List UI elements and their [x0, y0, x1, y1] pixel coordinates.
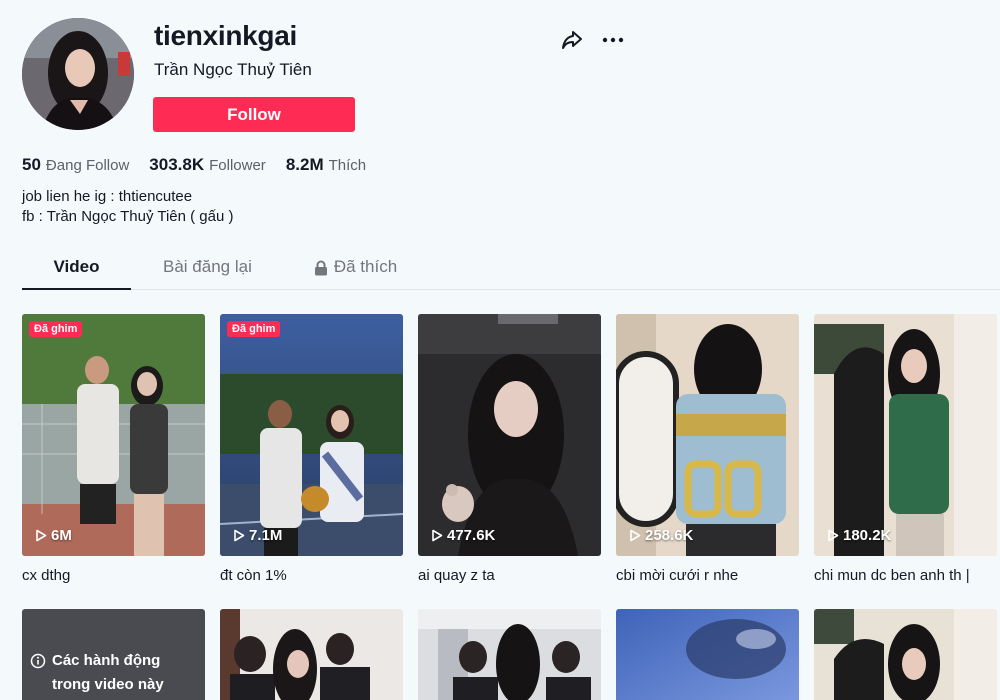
likes-stat: 8.2M Thích: [286, 155, 366, 175]
follower-count: 303.8K: [149, 155, 205, 174]
view-count-value: 180.2K: [843, 527, 892, 544]
tab-liked-label: Đã thích: [333, 257, 398, 276]
likes-count: 8.2M: [285, 155, 324, 174]
info-icon: [30, 653, 46, 669]
video-thumbnail[interactable]: Đã ghim 6M: [22, 314, 205, 556]
video-caption[interactable]: chi mun dc ben anh th |: [814, 567, 997, 584]
view-count: 258.6K: [629, 527, 693, 544]
following-stat[interactable]: 50 Đang Follow: [22, 155, 129, 175]
video-caption[interactable]: ai quay z ta: [418, 567, 601, 584]
likes-label: Thích: [328, 157, 367, 174]
view-count-value: 258.6K: [645, 527, 694, 544]
video-thumbnail[interactable]: Các hành động trong video này: [22, 609, 205, 700]
video-card[interactable]: 258.6K cbi mời cưới r nhe: [616, 314, 799, 584]
video-caption[interactable]: đt còn 1%: [220, 567, 403, 584]
profile-nickname: Trần Ngọc Thuỷ Tiên: [154, 60, 312, 79]
video-card[interactable]: [616, 609, 799, 700]
follower-stat[interactable]: 303.8K Follower: [149, 155, 266, 175]
tab-video[interactable]: Video: [22, 250, 131, 290]
profile-avatar[interactable]: [22, 18, 134, 130]
view-count: 180.2K: [827, 527, 891, 544]
video-card[interactable]: [418, 609, 601, 700]
follower-label: Follower: [209, 157, 266, 174]
profile-stats: 50 Đang Follow 303.8K Follower 8.2M Thíc…: [22, 155, 366, 175]
video-caption[interactable]: cx dthg: [22, 567, 205, 584]
video-card[interactable]: Các hành động trong video này: [22, 609, 205, 700]
video-thumbnail[interactable]: Đã ghim 7.1M: [220, 314, 403, 556]
more-options-icon[interactable]: [600, 28, 626, 52]
video-thumbnail[interactable]: [616, 609, 799, 700]
video-thumbnail[interactable]: 477.6K: [418, 314, 601, 556]
tab-liked[interactable]: Đã thích: [314, 250, 397, 290]
play-icon: [630, 529, 641, 542]
follow-button[interactable]: Follow: [153, 97, 355, 132]
bio-line: job lien he ig : thtiencutee: [22, 188, 193, 205]
profile-username: tienxinkgai: [154, 20, 297, 51]
profile-tabs: Video Bài đăng lại Đã thích: [22, 250, 1000, 290]
video-thumbnail[interactable]: 258.6K: [616, 314, 799, 556]
pinned-badge: Đã ghim: [29, 321, 83, 337]
share-icon[interactable]: [560, 28, 584, 52]
content-warning: Các hành động trong video này: [30, 649, 182, 697]
lock-icon: [314, 257, 328, 281]
video-thumbnail[interactable]: 180.2K: [814, 314, 997, 556]
video-caption[interactable]: cbi mời cưới r nhe: [616, 567, 799, 584]
video-card[interactable]: 477.6K ai quay z ta: [418, 314, 601, 584]
video-card[interactable]: 180.2K chi mun dc ben anh th |: [814, 314, 997, 584]
view-count-value: 477.6K: [447, 527, 496, 544]
play-icon: [828, 529, 839, 542]
pinned-badge: Đã ghim: [227, 321, 281, 337]
following-label: Đang Follow: [45, 157, 130, 174]
view-count-value: 7.1M: [249, 527, 283, 544]
video-thumbnail[interactable]: [418, 609, 601, 700]
view-count: 477.6K: [431, 527, 495, 544]
video-thumbnail[interactable]: [814, 609, 997, 700]
video-card[interactable]: [220, 609, 403, 700]
video-card[interactable]: Đã ghim 7.1M đt còn 1%: [220, 314, 403, 584]
content-warning-text: Các hành động trong video này: [52, 652, 164, 693]
video-card[interactable]: Đã ghim 6M cx dthg: [22, 314, 205, 584]
view-count: 7.1M: [233, 527, 282, 544]
video-thumbnail[interactable]: [220, 609, 403, 700]
play-icon: [36, 529, 47, 542]
view-count: 6M: [35, 527, 72, 544]
video-card[interactable]: [814, 609, 997, 700]
following-count: 50: [22, 155, 41, 174]
bio-line: fb : Trần Ngọc Thuỷ Tiên ( gấu ): [22, 208, 234, 225]
view-count-value: 6M: [51, 527, 72, 544]
tab-reposts[interactable]: Bài đăng lại: [163, 250, 252, 290]
play-icon: [432, 529, 443, 542]
profile-bio: job lien he ig : thtiencutee fb : Trần N…: [22, 187, 234, 227]
play-icon: [234, 529, 245, 542]
